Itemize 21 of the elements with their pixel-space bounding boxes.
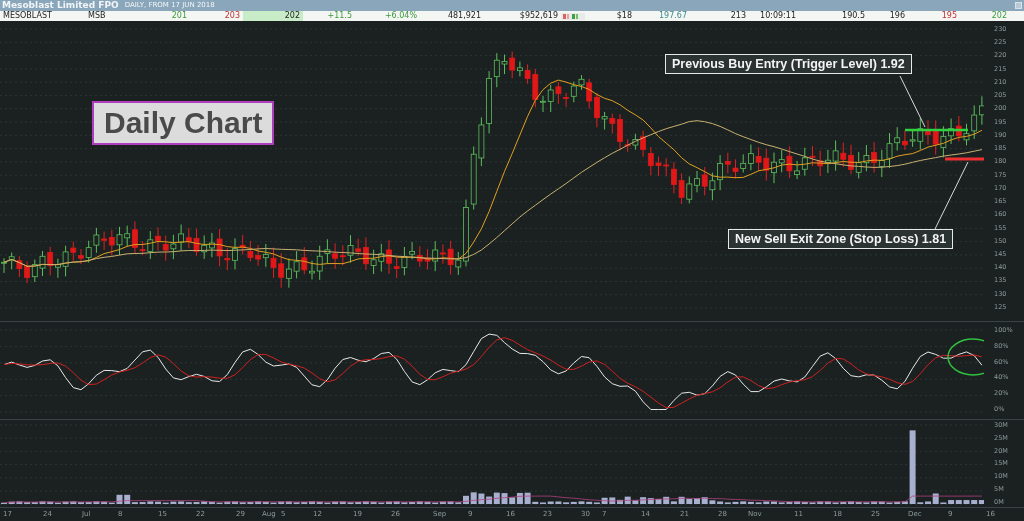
quote-cell-text: $952,619 [518, 11, 559, 21]
chart-title: Mesoblast Limited FPO [2, 0, 119, 11]
quote-cell-text: MSB [87, 11, 107, 21]
quote-cell-text: +11.5 [326, 11, 353, 21]
quote-cell-text: 202 [990, 11, 1008, 21]
annotation-callout: New Sell Exit Zone (Stop Loss) 1.81 [728, 229, 954, 249]
quote-cell-text: $18 [615, 11, 633, 21]
quote-cell-text: MESOBLAST [2, 11, 53, 21]
annotation-callout: Previous Buy Entry (Trigger Level) 1.92 [665, 54, 912, 74]
quote-cell-text: 196 [888, 11, 906, 21]
quote-cell-text: 213 [729, 11, 747, 21]
quote-cell-text: 197.67 [658, 11, 688, 21]
quote-cell-text: 203 [223, 11, 241, 21]
quote-cell-text: +6.04% [383, 11, 418, 21]
quote-cell-text: 190.5 [841, 11, 866, 21]
quote-cell-text: 10:09:11 [759, 11, 797, 21]
quote-cell-text: 195 [940, 11, 958, 21]
quote-cell-text: 481,921 [446, 11, 482, 21]
quote-cell-text: 201 [170, 11, 188, 21]
chart-label: Daily Chart [92, 101, 275, 145]
quote-cell: 202 [243, 11, 303, 21]
